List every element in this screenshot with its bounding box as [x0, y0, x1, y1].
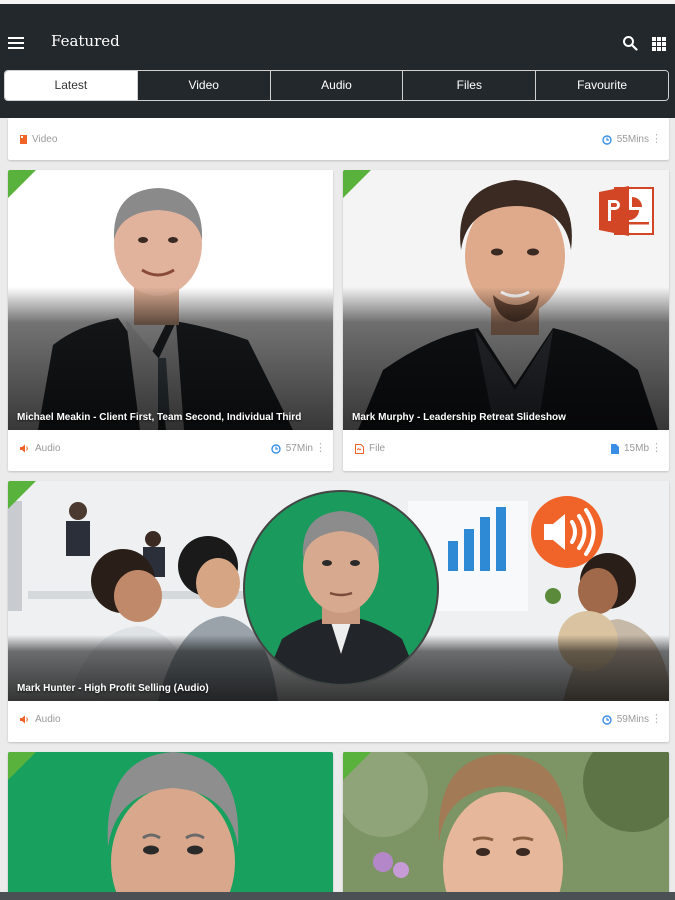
media-title: Mark Murphy - Leadership Retreat Slidesh… — [352, 412, 566, 423]
card-footer: Video 55Mins ⋮ — [8, 119, 669, 160]
media-type-label: Video — [32, 134, 58, 145]
speaker-icon — [20, 444, 28, 453]
presenter-photo — [107, 752, 239, 900]
media-thumbnail[interactable]: Mark Hunter - High Profit Selling (Audio… — [8, 481, 669, 701]
new-badge — [8, 752, 36, 780]
tab-latest[interactable]: Latest — [5, 71, 137, 100]
document-icon — [610, 443, 619, 454]
file-size-label: 15Mb — [623, 443, 649, 454]
new-badge — [8, 170, 36, 198]
grid-icon[interactable] — [652, 37, 666, 51]
card-footer: File 15Mb ⋮ — [343, 430, 669, 471]
more-vert-icon[interactable]: ⋮ — [651, 441, 662, 454]
app-header: Featured Latest Video Audio Files Favour… — [0, 0, 675, 118]
tab-audio[interactable]: Audio — [269, 71, 403, 100]
new-badge — [343, 170, 371, 198]
file-icon — [355, 443, 364, 454]
media-thumbnail[interactable] — [8, 752, 333, 900]
media-card[interactable]: Mark Murphy - Leadership Retreat Slidesh… — [343, 170, 669, 471]
media-card[interactable] — [8, 752, 333, 900]
clock-icon — [602, 714, 612, 725]
media-card[interactable]: Mark Hunter - High Profit Selling (Audio… — [8, 481, 669, 742]
media-type-label: File — [369, 443, 386, 454]
media-thumbnail[interactable]: Michael Meakin - Client First, Team Seco… — [8, 170, 333, 430]
more-vert-icon[interactable]: ⋮ — [315, 441, 326, 454]
tab-files[interactable]: Files — [402, 71, 536, 100]
card-footer: Audio 57Min ⋮ — [8, 430, 333, 471]
powerpoint-icon — [599, 186, 654, 236]
media-thumbnail[interactable]: Mark Murphy - Leadership Retreat Slidesh… — [343, 170, 669, 430]
caption-shade — [343, 287, 669, 430]
new-badge — [8, 481, 36, 509]
media-card[interactable] — [343, 752, 669, 900]
tab-bar: Latest Video Audio Files Favourite — [4, 70, 669, 101]
search-icon[interactable] — [622, 35, 638, 51]
media-title: Mark Hunter - High Profit Selling (Audio… — [17, 683, 209, 694]
media-card[interactable]: Video 55Mins ⋮ — [8, 118, 669, 160]
duration-label: 55Mins — [616, 134, 649, 145]
tab-favourite[interactable]: Favourite — [535, 71, 668, 100]
caption-shade — [8, 287, 333, 430]
media-type-label: Audio — [35, 443, 61, 454]
duration-label: 57Min — [285, 443, 313, 454]
page-title: Featured — [51, 32, 120, 50]
duration-label: 59Mins — [616, 714, 649, 725]
media-type-label: Audio — [35, 714, 61, 725]
video-icon — [20, 135, 27, 144]
speaker-icon — [20, 715, 28, 724]
clock-icon — [271, 443, 281, 454]
card-footer: Audio 59Mins ⋮ — [8, 701, 669, 742]
clock-icon — [602, 134, 612, 145]
presenter-photo — [243, 490, 439, 686]
bottom-bar — [0, 892, 675, 900]
tab-video[interactable]: Video — [136, 71, 270, 100]
presenter-photo — [343, 752, 669, 900]
media-title: Michael Meakin - Client First, Team Seco… — [17, 412, 302, 423]
media-card[interactable]: Michael Meakin - Client First, Team Seco… — [8, 170, 333, 471]
new-badge — [343, 752, 371, 780]
media-thumbnail[interactable] — [343, 752, 669, 900]
more-vert-icon[interactable]: ⋮ — [651, 132, 662, 145]
more-vert-icon[interactable]: ⋮ — [651, 712, 662, 725]
speaker-icon — [531, 496, 603, 568]
menu-icon[interactable] — [8, 37, 24, 51]
